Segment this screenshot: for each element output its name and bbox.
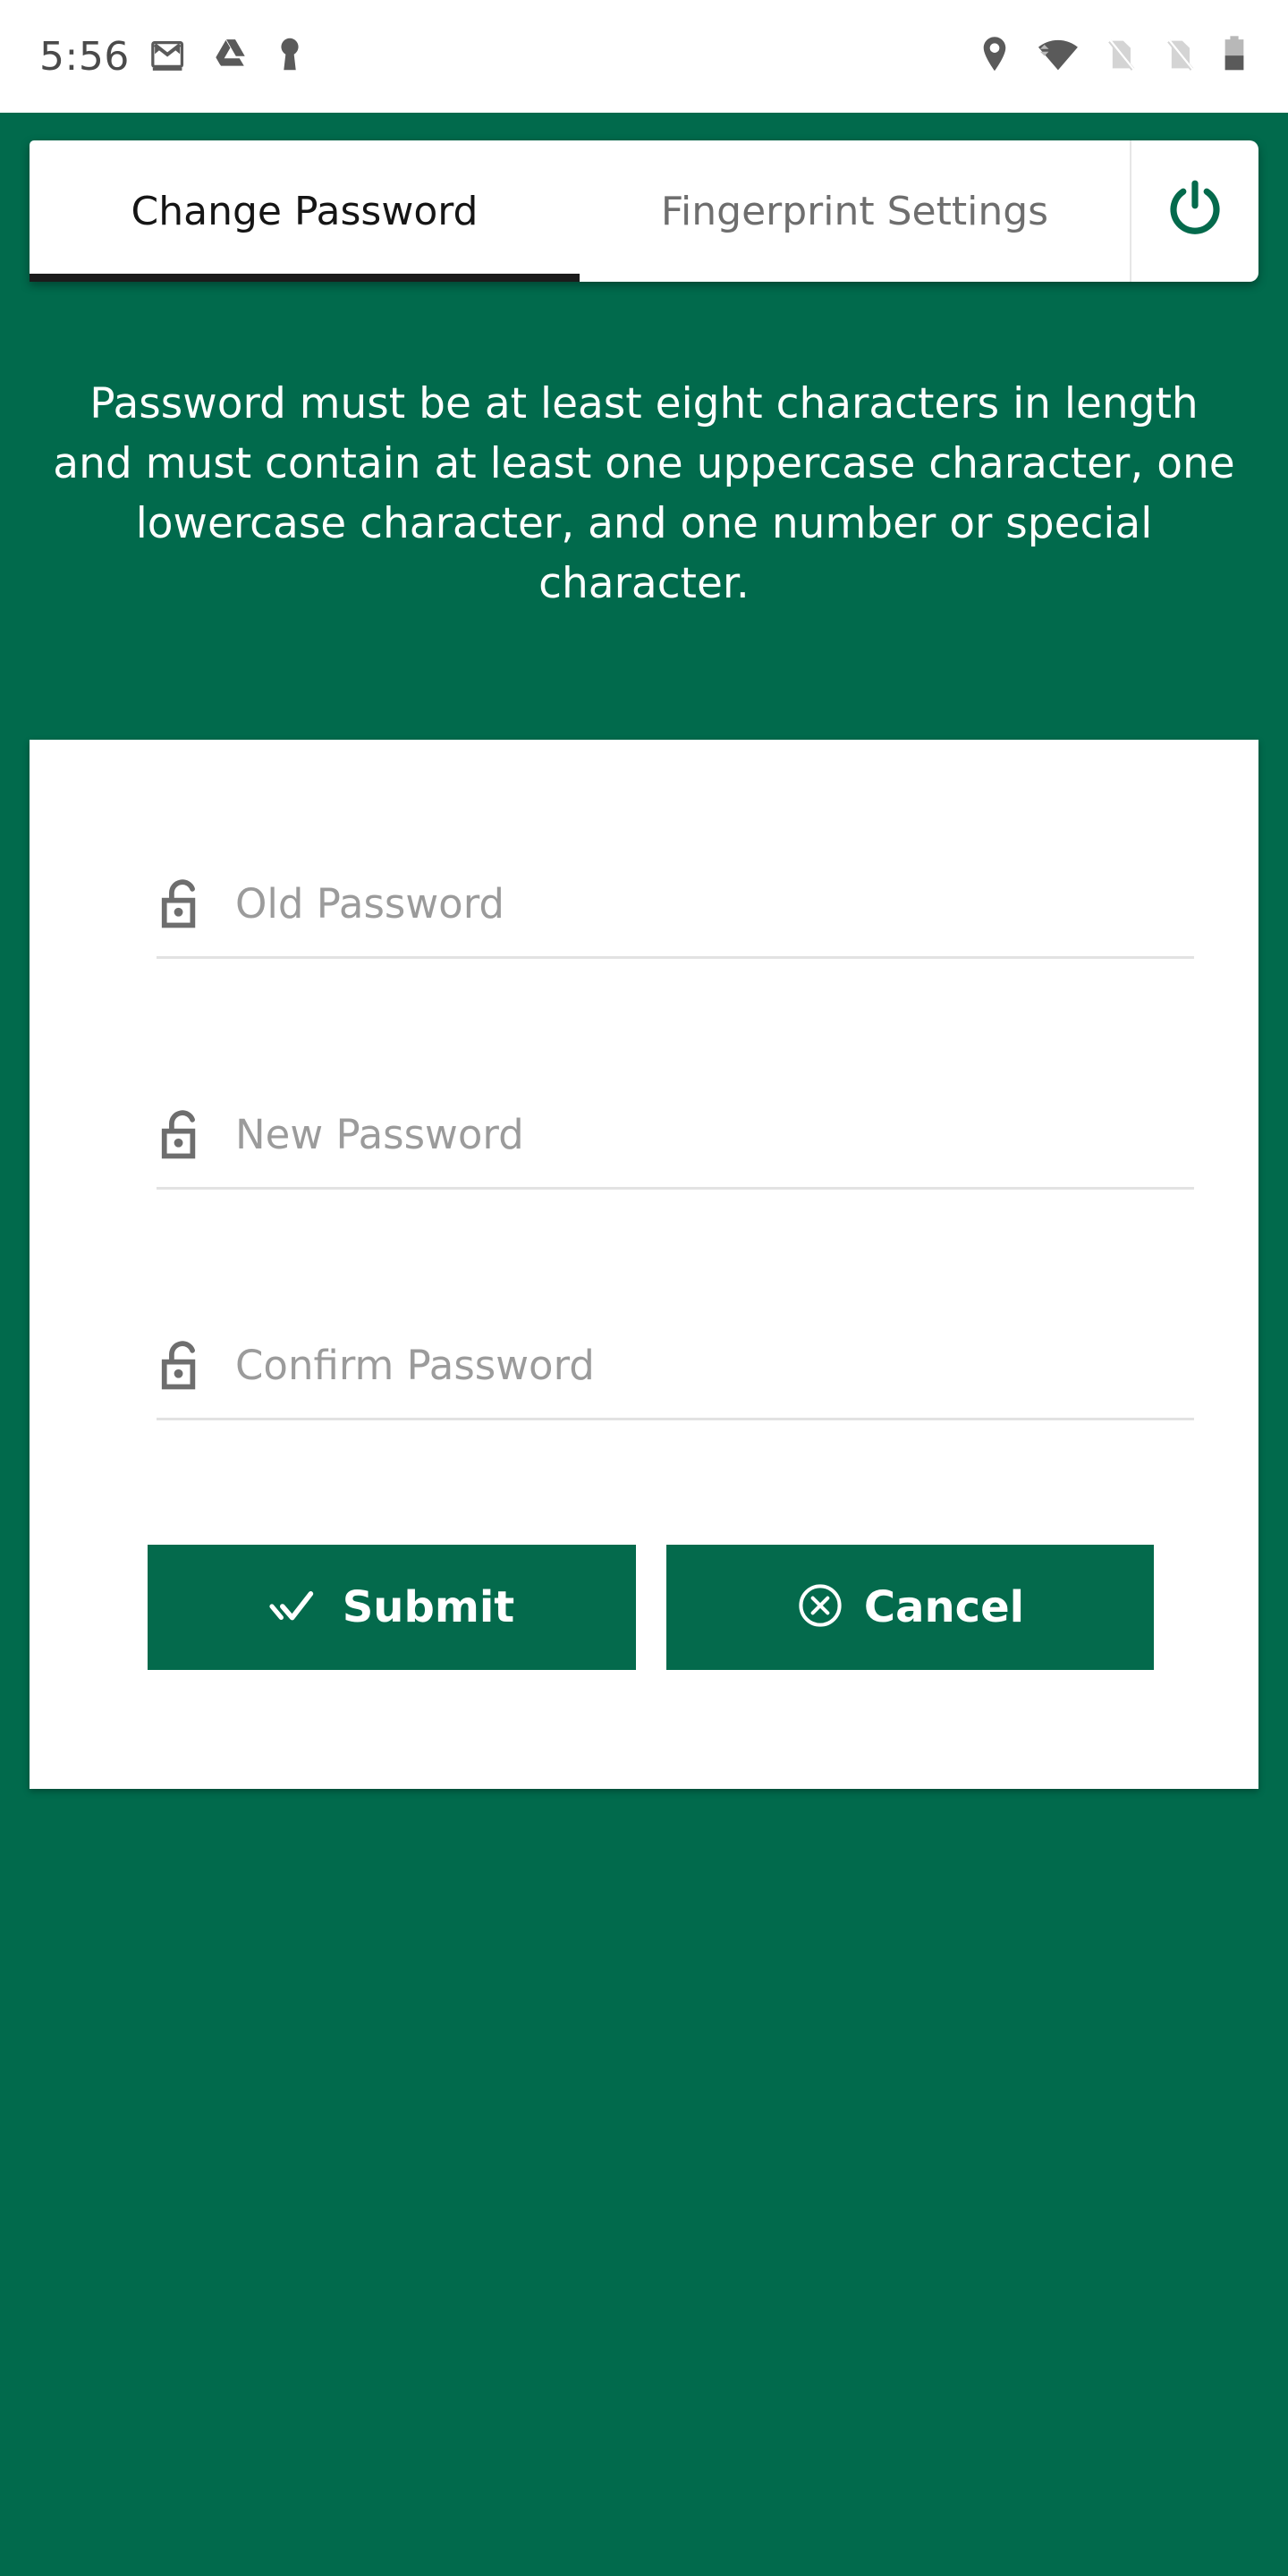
google-drive-icon (210, 34, 251, 79)
no-sim-1-icon (1102, 35, 1140, 78)
password-rules-text: Password must be at least eight characte… (53, 379, 1235, 608)
unlock-icon (157, 1336, 223, 1395)
unlock-icon (157, 1106, 223, 1165)
battery-icon (1220, 34, 1249, 79)
wifi-icon (1034, 35, 1080, 78)
old-password-input[interactable] (223, 880, 1194, 928)
confirm-password-field-row[interactable] (157, 1313, 1194, 1420)
unlock-icon (157, 875, 223, 934)
status-bar-right (977, 34, 1249, 79)
confirm-password-input[interactable] (223, 1342, 1194, 1389)
submit-button[interactable]: Submit (148, 1545, 636, 1670)
new-password-field-row[interactable] (157, 1082, 1194, 1190)
power-icon (1163, 177, 1227, 245)
submit-button-label: Submit (342, 1582, 515, 1632)
old-password-field-row[interactable] (157, 852, 1194, 959)
cancel-button[interactable]: Cancel (666, 1545, 1154, 1670)
cancel-button-label: Cancel (863, 1582, 1025, 1632)
double-check-icon (269, 1585, 323, 1630)
tab-change-password[interactable]: Change Password (30, 140, 580, 282)
circle-x-icon (796, 1581, 844, 1633)
keyhole-icon (271, 34, 309, 79)
gmail-icon (149, 34, 191, 79)
tab-change-password-label: Change Password (131, 188, 479, 234)
new-password-input[interactable] (223, 1111, 1194, 1158)
change-password-form-card: Submit Cancel (30, 740, 1258, 1789)
status-bar: 5:56 (0, 0, 1288, 113)
power-button[interactable] (1130, 140, 1258, 282)
tab-fingerprint-settings-label: Fingerprint Settings (660, 188, 1049, 234)
status-bar-clock: 5:56 (39, 33, 130, 80)
location-pin-icon (977, 35, 1013, 78)
status-bar-left: 5:56 (39, 34, 309, 80)
tab-bar: Change Password Fingerprint Settings (30, 140, 1258, 282)
no-sim-2-icon (1161, 35, 1199, 78)
tab-fingerprint-settings[interactable]: Fingerprint Settings (580, 140, 1130, 282)
